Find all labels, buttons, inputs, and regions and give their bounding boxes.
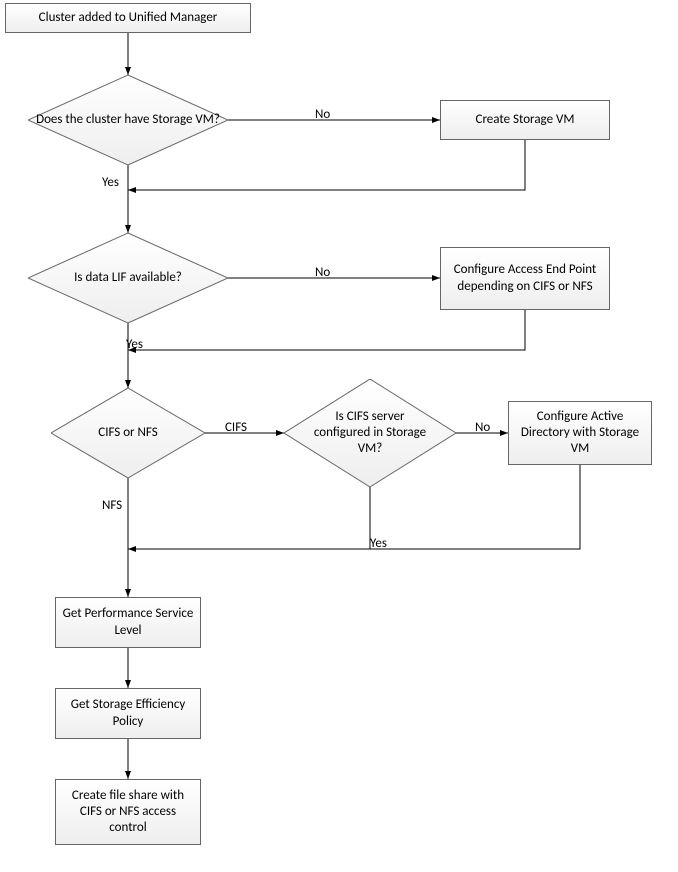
node-start-label: Cluster added to Unified Manager [39,10,218,26]
node-decision-storage-vm: Does the cluster have Storage VM? [28,75,228,165]
node-create-storage-vm-label: Create Storage VM [476,112,575,128]
edge-label-d4-no: No [475,420,490,435]
edge-label-d3-nfs: NFS [102,498,122,513]
node-decision-data-lif: Is data LIF available? [28,233,228,323]
node-get-storage-efficiency-label: Get Storage Efficiency Policy [62,697,194,730]
node-start: Cluster added to Unified Manager [5,3,251,33]
edge-label-d3-cifs: CIFS [225,420,247,435]
node-create-storage-vm: Create Storage VM [440,100,610,140]
node-decision-data-lif-label: Is data LIF available? [66,270,190,286]
node-configure-ad-label: Configure Active Directory with Storage … [515,409,645,458]
node-decision-cifs-server-label: Is CIFS server configured in Storage VM? [302,409,438,458]
node-get-perf-level: Get Performance Service Level [55,597,201,648]
node-get-storage-efficiency: Get Storage Efficiency Policy [55,688,201,739]
node-configure-access-endpoint: Configure Access End Point depending on … [440,247,610,310]
node-create-file-share-label: Create file share with CIFS or NFS acces… [62,788,194,837]
node-decision-cifs-nfs-label: CIFS or NFS [90,425,165,441]
flowchart-canvas: Cluster added to Unified Manager Does th… [0,0,678,872]
edge-label-d2-no: No [315,265,330,280]
node-configure-access-endpoint-label: Configure Access End Point depending on … [447,262,603,295]
node-decision-storage-vm-label: Does the cluster have Storage VM? [28,112,228,128]
node-decision-cifs-nfs: CIFS or NFS [51,388,205,478]
edge-label-d1-no: No [315,107,330,122]
edge-label-d1-yes: Yes [102,175,119,190]
edge-label-d4-yes: Yes [370,536,387,551]
edge-label-d2-yes: Yes [126,337,143,352]
node-create-file-share: Create file share with CIFS or NFS acces… [55,779,201,845]
node-get-perf-level-label: Get Performance Service Level [62,606,194,639]
node-configure-ad: Configure Active Directory with Storage … [508,401,652,465]
node-decision-cifs-server: Is CIFS server configured in Storage VM? [284,379,456,487]
